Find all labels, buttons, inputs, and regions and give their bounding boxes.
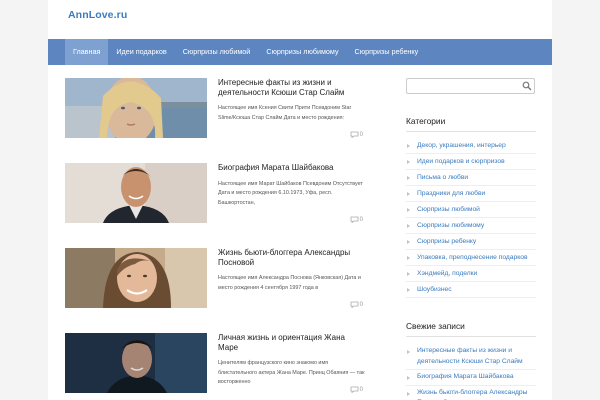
widget-divider — [406, 336, 536, 337]
comment-count-value: 0 — [359, 131, 363, 138]
post-thumbnail[interactable] — [65, 163, 207, 223]
site-title[interactable]: AnnLove.ru — [68, 9, 127, 21]
comment-count[interactable]: 0 — [350, 216, 363, 223]
main-navigation: Главная Идеи подарков Сюрпризы любимой С… — [48, 39, 552, 65]
category-item[interactable]: Идеи подарков и сюрпризов — [406, 154, 536, 170]
categories-list: Декор, украшения, интерьер Идеи подарков… — [406, 138, 536, 298]
comment-count[interactable]: 0 — [350, 131, 363, 138]
recent-post-item[interactable]: Интересные факты из жизни и деятельности… — [406, 344, 536, 370]
post-thumbnail[interactable] — [65, 333, 207, 393]
category-item[interactable]: Упаковка, преподнесение подарков — [406, 250, 536, 266]
post-excerpt: Настоящее имя Ксения Свити Прити Псевдон… — [218, 105, 352, 121]
category-item[interactable]: Сюрпризы любимой — [406, 202, 536, 218]
speech-bubble-icon — [350, 216, 359, 223]
comment-count-value: 0 — [359, 386, 363, 393]
nav-item-surprises-for-child[interactable]: Сюрпризы ребенку — [347, 39, 427, 65]
category-item[interactable]: Праздники для любви — [406, 186, 536, 202]
nav-item-home[interactable]: Главная — [65, 39, 109, 65]
post-title[interactable]: Биография Марата Шайбакова — [218, 163, 365, 173]
post-card: Интересные факты из жизни и деятельности… — [65, 78, 365, 138]
post-excerpt: Ценителям французского кино знакомо имя … — [218, 360, 365, 385]
post-thumbnail[interactable] — [65, 248, 207, 308]
category-item[interactable]: Декор, украшения, интерьер — [406, 138, 536, 154]
comment-count-value: 0 — [359, 216, 363, 223]
recent-post-item[interactable]: Жизнь бьюти-блоггера Александры Посновой — [406, 386, 536, 400]
category-item[interactable]: Письма о любви — [406, 170, 536, 186]
categories-widget-title: Категории — [406, 116, 446, 126]
search-icon[interactable] — [522, 81, 532, 91]
nav-item-gift-ideas[interactable]: Идеи подарков — [108, 39, 174, 65]
nav-item-surprises-for-her[interactable]: Сюрпризы любимой — [175, 39, 259, 65]
recent-post-item[interactable]: Биография Марата Шайбакова — [406, 370, 536, 386]
post-title[interactable]: Личная жизнь и ориентация Жана Маре — [218, 333, 365, 352]
post-card: Личная жизнь и ориентация Жана Маре Цени… — [65, 333, 365, 393]
speech-bubble-icon — [350, 131, 359, 138]
post-excerpt: Настоящее имя Марат Шайбаков Псевдоним О… — [218, 180, 363, 206]
category-item[interactable]: Хэндмейд, поделки — [406, 266, 536, 282]
search-box — [406, 78, 535, 94]
category-item[interactable]: Сюрпризы ребенку — [406, 234, 536, 250]
search-input[interactable] — [407, 79, 517, 93]
post-title[interactable]: Жизнь бьюти-блоггера Александры Посновой — [218, 248, 365, 267]
comment-count[interactable]: 0 — [350, 386, 363, 393]
nav-item-surprises-for-him[interactable]: Сюрпризы любимому — [258, 39, 346, 65]
recent-posts-list: Интересные факты из жизни и деятельности… — [406, 344, 536, 400]
post-card: Биография Марата Шайбакова Настоящее имя… — [65, 163, 365, 223]
post-excerpt: Настоящее имя Александра Поснова (Янковс… — [218, 275, 361, 291]
speech-bubble-icon — [350, 301, 359, 308]
widget-divider — [406, 131, 536, 132]
category-item[interactable]: Сюрпризы любимому — [406, 218, 536, 234]
recent-posts-widget-title: Свежие записи — [406, 321, 465, 331]
category-item[interactable]: Шоубизнес — [406, 282, 536, 298]
post-title[interactable]: Интересные факты из жизни и деятельности… — [218, 78, 365, 97]
comment-count[interactable]: 0 — [350, 301, 363, 308]
page-container: AnnLove.ru Главная Идеи подарков Сюрприз… — [48, 0, 552, 400]
post-thumbnail[interactable] — [65, 78, 207, 138]
post-card: Жизнь бьюти-блоггера Александры Посновой… — [65, 248, 365, 308]
speech-bubble-icon — [350, 386, 359, 393]
comment-count-value: 0 — [359, 301, 363, 308]
